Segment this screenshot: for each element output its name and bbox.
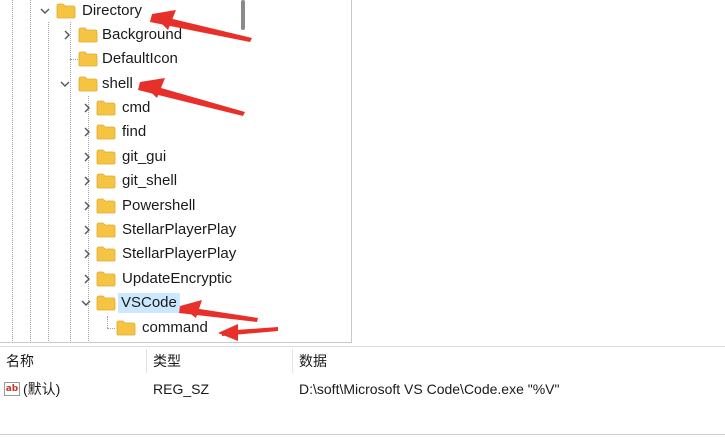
folder-icon: [96, 100, 116, 116]
tree-node-cmd[interactable]: cmd: [0, 97, 240, 119]
folder-icon: [96, 124, 116, 140]
blank-area: [353, 0, 725, 343]
value-data: D:\soft\Microsoft VS Code\Code.exe "%V": [299, 381, 560, 397]
tree-node-label: Background: [102, 26, 183, 43]
tree-node-find[interactable]: find: [0, 121, 240, 143]
tree-node-label: command: [142, 319, 208, 336]
tree-node-label: Directory: [82, 2, 143, 19]
chevron-down-icon[interactable]: [38, 0, 52, 22]
registry-tree[interactable]: Directory Background DefaultIcon shell c…: [0, 0, 352, 343]
tree-node-git-gui[interactable]: git_gui: [0, 146, 240, 168]
tree-node-label: find: [122, 123, 147, 140]
string-value-icon: ab: [4, 382, 20, 396]
tree-node-vscode[interactable]: VSCode: [0, 292, 240, 314]
tree-node-command[interactable]: command: [0, 317, 240, 339]
folder-icon: [96, 295, 116, 311]
chevron-right-icon[interactable]: [60, 24, 74, 46]
folder-icon: [78, 27, 98, 43]
folder-icon: [96, 222, 116, 238]
column-header-data[interactable]: 数据: [293, 347, 725, 375]
column-header-type[interactable]: 类型: [147, 347, 293, 375]
folder-icon: [78, 51, 98, 67]
chevron-right-icon[interactable]: [80, 243, 94, 265]
value-type: REG_SZ: [153, 381, 210, 397]
tree-node-label: DefaultIcon: [102, 50, 178, 67]
registry-values-list[interactable]: 名称 类型 数据 ab (默认) REG_SZ D:\soft\Microsof…: [0, 346, 725, 438]
tree-node-label: git_gui: [122, 148, 167, 165]
chevron-right-icon[interactable]: [80, 219, 94, 241]
tree-node-powershell[interactable]: Powershell: [0, 195, 240, 217]
tree-scrollbar-thumb[interactable]: [241, 0, 245, 30]
tree-node-updateencryption[interactable]: UpdateEncryptic: [0, 268, 240, 290]
folder-icon: [78, 76, 98, 92]
folder-icon: [116, 320, 136, 336]
folder-icon: [96, 149, 116, 165]
tree-node-label: cmd: [122, 99, 151, 116]
tree-node-label: Powershell: [122, 197, 196, 214]
tree-node-shell[interactable]: shell: [0, 73, 240, 95]
divider: [0, 434, 725, 435]
chevron-right-icon[interactable]: [80, 121, 94, 143]
folder-icon: [96, 271, 116, 287]
column-header-name[interactable]: 名称: [0, 347, 148, 375]
tree-node-label: StellarPlayerPlay: [122, 221, 237, 238]
tree-node-label: shell: [102, 75, 133, 92]
chevron-right-icon[interactable]: [80, 146, 94, 168]
tree-node-label: git_shell: [122, 172, 178, 189]
chevron-right-icon[interactable]: [80, 195, 94, 217]
chevron-right-icon[interactable]: [80, 268, 94, 290]
chevron-right-icon[interactable]: [80, 97, 94, 119]
chevron-down-icon[interactable]: [79, 292, 93, 314]
table-row[interactable]: ab (默认) REG_SZ D:\soft\Microsoft VS Code…: [0, 377, 725, 401]
folder-icon: [56, 3, 76, 19]
tree-node-defaulticon[interactable]: DefaultIcon: [0, 48, 240, 70]
tree-node-git-shell[interactable]: git_shell: [0, 170, 240, 192]
tree-node-stellarplayer-2[interactable]: StellarPlayerPlay: [0, 243, 240, 265]
chevron-right-icon[interactable]: [80, 170, 94, 192]
folder-icon: [96, 173, 116, 189]
tree-node-directory[interactable]: Directory: [0, 0, 240, 22]
tree-node-stellarplayer-1[interactable]: StellarPlayerPlay: [0, 219, 240, 241]
tree-node-label: StellarPlayerPlay: [122, 245, 237, 262]
tree-node-label: VSCode: [118, 293, 180, 313]
tree-node-label: UpdateEncryptic: [122, 270, 233, 287]
tree-node-background[interactable]: Background: [0, 24, 240, 46]
chevron-down-icon[interactable]: [58, 73, 72, 95]
value-name: (默认): [23, 381, 61, 397]
folder-icon: [96, 198, 116, 214]
folder-icon: [96, 246, 116, 262]
